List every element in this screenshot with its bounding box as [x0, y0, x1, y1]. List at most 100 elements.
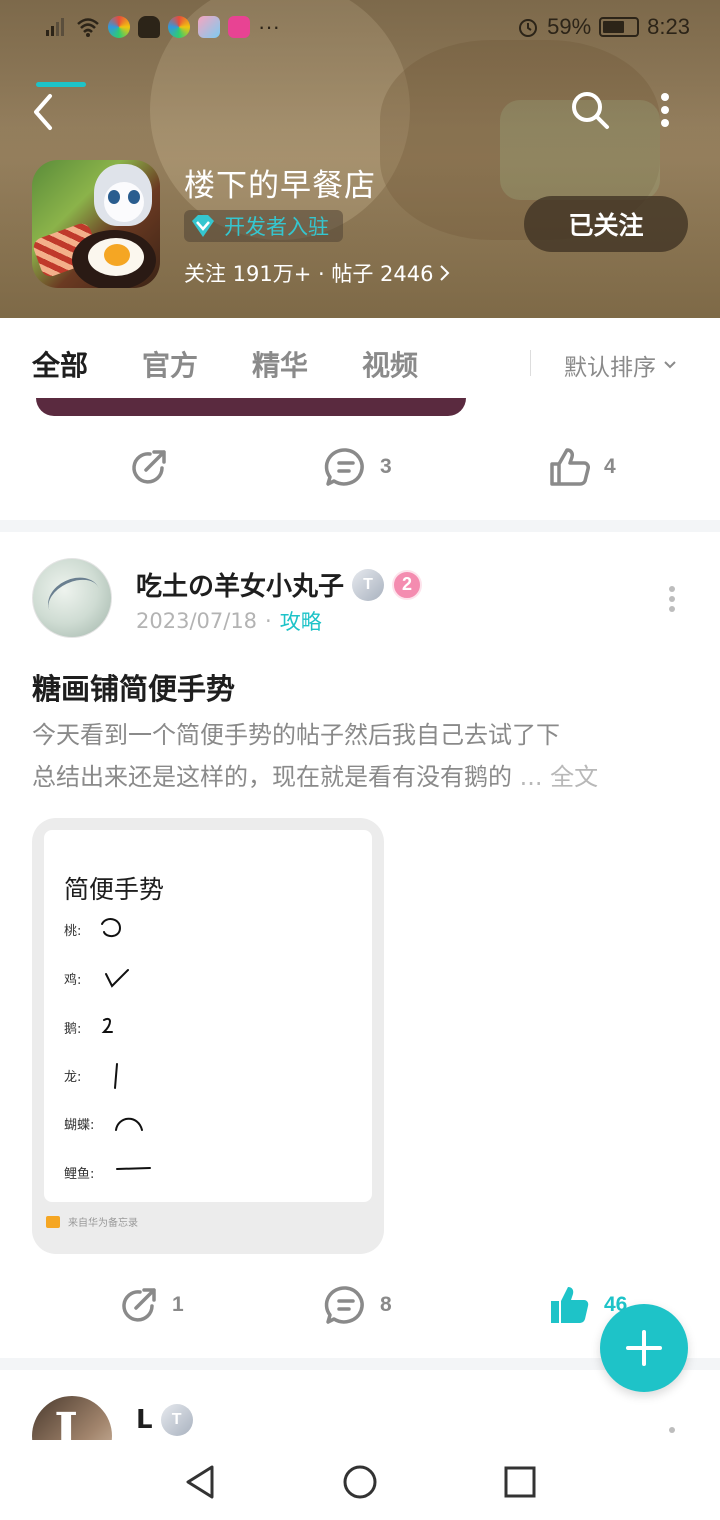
plus-icon: [626, 1330, 662, 1366]
gesture-butterfly-stroke: [115, 1117, 143, 1131]
memo-item-label: 鸡:: [64, 973, 82, 988]
tab-official[interactable]: 官方: [142, 344, 198, 384]
post-meta: 2023/07/18 · 攻略: [136, 606, 322, 636]
developer-badge[interactable]: 开发者入驻: [184, 210, 343, 242]
comment-count: 8: [380, 1293, 392, 1316]
like-button[interactable]: 4: [548, 446, 616, 488]
developer-badge-label: 开发者入驻: [224, 215, 329, 239]
game-icon-art: [108, 190, 120, 204]
battery-percent: 59%: [547, 14, 592, 39]
memo-item-label: 鹅:: [64, 1022, 82, 1037]
ellipsis: ...: [512, 763, 551, 791]
game-controller-icon: [138, 16, 160, 38]
nav-back-icon[interactable]: [182, 1462, 222, 1502]
tab-active-indicator: [36, 82, 86, 87]
tab-bar: 全部 官方 精华 视频 默认排序: [0, 318, 720, 410]
previous-post-actions: 3 4: [0, 438, 720, 498]
full-text-link[interactable]: 全文: [550, 763, 598, 791]
avatar-art: [41, 569, 107, 629]
tab-all[interactable]: 全部: [32, 344, 88, 384]
post-body[interactable]: 今天看到一个简便手势的帖子然后我自己去试了下 总结出来还是这样的，现在就是看有没…: [32, 714, 692, 798]
share-icon: [132, 450, 166, 484]
avatar[interactable]: [32, 558, 112, 638]
nav-recents-icon[interactable]: [500, 1462, 540, 1502]
status-bar-right: 59% 8:23: [517, 14, 690, 40]
status-bar-left: ···: [44, 14, 280, 40]
game-stats-text: 关注 191万+ · 帖子 2446: [184, 262, 434, 286]
status-bar: ··· 59% 8:23: [0, 0, 720, 56]
app-notification-icon: [228, 16, 250, 38]
sort-dropdown[interactable]: 默认排序: [564, 348, 678, 382]
author-name: L: [136, 1405, 153, 1435]
gesture-peach-stroke: [101, 918, 122, 938]
chevron-right-icon: [439, 265, 449, 281]
tab-featured[interactable]: 精华: [252, 344, 308, 384]
nav-home-icon[interactable]: [340, 1462, 380, 1502]
system-nav-bar: [0, 1440, 720, 1520]
author-name: 吃土の羊女小丸子: [136, 572, 345, 602]
post-title[interactable]: 糖画铺简便手势: [32, 666, 235, 708]
more-notifications-icon: ···: [258, 14, 280, 39]
gesture-chicken-stroke: [105, 969, 129, 988]
share-button[interactable]: 1: [118, 1284, 184, 1326]
battery-icon: [599, 17, 640, 37]
previous-post-image[interactable]: [36, 398, 466, 416]
wifi-icon: [77, 18, 99, 37]
more-vertical-icon[interactable]: [662, 1420, 682, 1440]
comment-count: 3: [380, 455, 392, 478]
post-body-line-2: 总结出来还是这样的，现在就是看有没有鹅的 ... 全文: [32, 756, 692, 798]
more-vertical-icon[interactable]: [650, 88, 680, 132]
diamond-icon: [192, 215, 214, 237]
memo-screenshot: 简便手势 桃: 鸡: 鹅: 龙: 蝴蝶: 鲤鱼:: [44, 830, 372, 1202]
share-count: 1: [172, 1293, 184, 1316]
app-notification-icon: [108, 16, 130, 38]
game-stats[interactable]: 关注 191万+ · 帖子 2446: [184, 258, 452, 288]
comment-icon: [324, 1286, 364, 1324]
tab-video[interactable]: 视频: [362, 344, 418, 384]
game-title: 楼下的早餐店: [184, 168, 376, 204]
share-icon: [122, 1288, 156, 1322]
post-author[interactable]: L T: [136, 1404, 193, 1436]
comment-icon: [324, 448, 364, 486]
create-post-button[interactable]: [600, 1304, 688, 1392]
game-icon[interactable]: [32, 160, 160, 288]
meta-separator: ·: [265, 609, 272, 633]
sort-label: 默认排序: [564, 355, 656, 381]
post-tag[interactable]: 攻略: [280, 606, 322, 636]
memo-app-icon: [46, 1215, 60, 1228]
post-separator: [0, 520, 720, 532]
app-notification-icon: [198, 16, 220, 38]
follow-button[interactable]: 已关注: [524, 196, 688, 252]
post-body-text: 总结出来还是这样的，现在就是看有没有鹅的: [32, 763, 512, 791]
memo-title: 简便手势: [64, 875, 165, 904]
comment-button[interactable]: 3: [324, 446, 392, 488]
share-button[interactable]: [128, 446, 170, 488]
signal-icon: [46, 18, 64, 36]
clock: 8:23: [647, 14, 690, 39]
memo-item-label: 龙:: [64, 1070, 82, 1085]
search-icon[interactable]: [568, 88, 612, 132]
game-icon-art: [104, 244, 130, 266]
memo-item-label: 桃:: [64, 924, 82, 939]
like-count: 4: [604, 455, 616, 478]
thumbs-up-filled-icon: [551, 1287, 589, 1323]
rank-badge: 2: [392, 569, 423, 600]
gesture-goose-stroke: [101, 1018, 113, 1033]
post-author[interactable]: 吃土の羊女小丸子 T 2: [136, 566, 423, 603]
tab-divider: [530, 350, 531, 376]
alarm-icon: [519, 19, 538, 37]
post-body-line: 今天看到一个简便手势的帖子然后我自己去试了下: [32, 721, 560, 749]
chevron-down-icon: [664, 361, 676, 369]
post-date: 2023/07/18: [136, 609, 258, 633]
memo-item-label: 鲤鱼:: [64, 1167, 95, 1182]
battery-level: [603, 21, 625, 33]
back-icon[interactable]: [24, 90, 64, 134]
thumbs-up-icon: [550, 448, 590, 486]
memo-item-label: 蝴蝶:: [64, 1118, 95, 1133]
more-vertical-icon[interactable]: [662, 584, 682, 614]
game-icon-art: [128, 190, 140, 204]
comment-button[interactable]: 8: [324, 1284, 392, 1326]
post-image[interactable]: 简便手势 桃: 鸡: 鹅: 龙: 蝴蝶: 鲤鱼: 来自华为备忘录: [32, 818, 384, 1254]
gesture-dragon-stroke: [114, 1063, 118, 1089]
app-notification-icon: [168, 16, 190, 38]
